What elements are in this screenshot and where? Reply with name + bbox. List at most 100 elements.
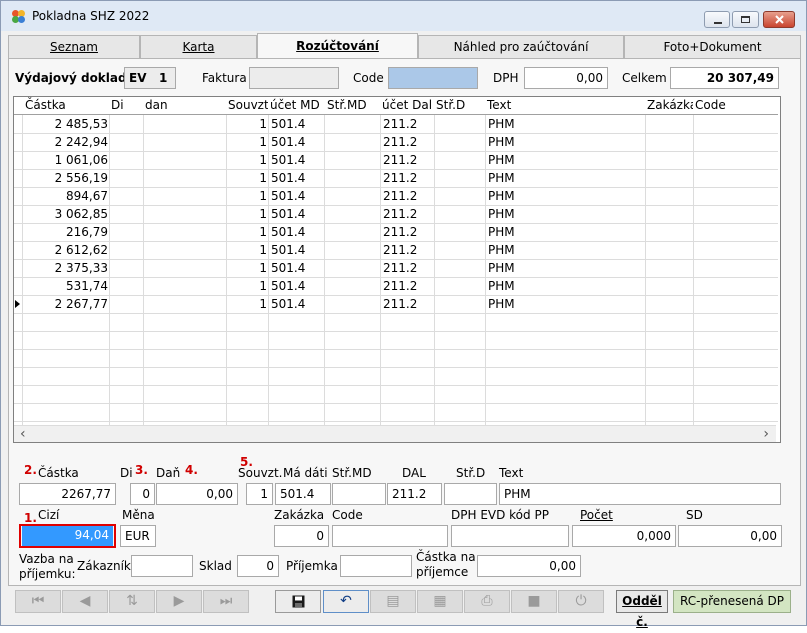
cell-strmd[interactable] xyxy=(326,277,381,295)
zakaznik-field[interactable] xyxy=(131,555,193,577)
minimize-button[interactable] xyxy=(704,11,730,28)
table-row[interactable]: 2 375,33 1 501.4 211.2 PHM xyxy=(14,259,778,278)
cell-di[interactable] xyxy=(110,259,142,277)
oddel-button[interactable]: Odděl č. xyxy=(616,590,668,629)
first-record-button[interactable]: ⏮ xyxy=(15,590,61,613)
next-record-button[interactable]: ▶ xyxy=(156,590,202,613)
cell-md[interactable]: 501.4 xyxy=(271,295,324,313)
cell-dan[interactable] xyxy=(144,295,224,313)
col-str-d[interactable]: Stř.D xyxy=(435,97,486,114)
table-row[interactable] xyxy=(14,403,778,422)
cell-text[interactable]: PHM xyxy=(488,115,644,133)
cell-zakazka[interactable] xyxy=(646,223,692,241)
horizontal-scrollbar[interactable]: ‹ › xyxy=(14,425,776,442)
sklad-field[interactable]: 0 xyxy=(237,555,279,577)
tab-foto-dokument[interactable]: Foto+Dokument xyxy=(624,35,801,58)
cell-souvzt[interactable]: 1 xyxy=(227,151,267,169)
detail-zakazka-field[interactable]: 0 xyxy=(274,525,329,547)
cell-text[interactable]: PHM xyxy=(488,187,644,205)
col-ucet-md[interactable]: účet MD xyxy=(269,97,325,114)
maximize-button[interactable] xyxy=(732,11,759,28)
cell-castka[interactable]: 2 612,62 xyxy=(24,241,108,259)
tab-seznam[interactable]: Seznam xyxy=(8,35,140,58)
cell-di[interactable] xyxy=(110,223,142,241)
detail-dan-field[interactable]: 0,00 xyxy=(156,483,238,505)
prev-record-button[interactable]: ◀ xyxy=(62,590,108,613)
cell-code[interactable] xyxy=(694,205,774,223)
table-row[interactable] xyxy=(14,349,778,368)
cell-code[interactable] xyxy=(694,277,774,295)
last-record-button[interactable]: ⏭ xyxy=(203,590,249,613)
detail-sd-field[interactable]: 0,00 xyxy=(678,525,782,547)
cell-strmd[interactable] xyxy=(326,259,381,277)
cell-zakazka[interactable] xyxy=(646,115,692,133)
col-text[interactable]: Text xyxy=(486,97,645,114)
cell-dan[interactable] xyxy=(144,223,224,241)
save-button[interactable] xyxy=(275,590,321,613)
cell-md[interactable]: 501.4 xyxy=(271,115,324,133)
cell-strmd[interactable] xyxy=(326,295,381,313)
booking-grid[interactable]: Částka Di dan Souvzt. účet MD Stř.MD úče… xyxy=(13,96,781,443)
detail-dal-field[interactable]: 211.2 xyxy=(387,483,442,505)
col-zakazka[interactable]: Zakázka xyxy=(646,97,693,114)
cell-zakazka[interactable] xyxy=(646,205,692,223)
cell-castka[interactable]: 1 061,06 xyxy=(24,151,108,169)
cell-souvzt[interactable]: 1 xyxy=(227,259,267,277)
sort-button[interactable]: ⇅ xyxy=(109,590,155,613)
scroll-right-icon[interactable]: › xyxy=(763,426,769,442)
cell-text[interactable]: PHM xyxy=(488,277,644,295)
copy-row-button[interactable]: ▦ xyxy=(417,590,463,613)
cell-castka[interactable]: 2 375,33 xyxy=(24,259,108,277)
cell-strd[interactable] xyxy=(435,151,485,169)
cell-md[interactable]: 501.4 xyxy=(271,187,324,205)
table-row[interactable]: 2 612,62 1 501.4 211.2 PHM xyxy=(14,241,778,260)
cell-md[interactable]: 501.4 xyxy=(271,151,324,169)
table-row[interactable] xyxy=(14,331,778,350)
cell-code[interactable] xyxy=(694,133,774,151)
cell-zakazka[interactable] xyxy=(646,259,692,277)
cell-dan[interactable] xyxy=(144,259,224,277)
table-row[interactable]: 216,79 1 501.4 211.2 PHM xyxy=(14,223,778,242)
cell-dan[interactable] xyxy=(144,187,224,205)
col-ucet-dal[interactable]: účet Dal xyxy=(381,97,434,114)
cell-dal[interactable]: 211.2 xyxy=(383,277,433,295)
tab-nahled[interactable]: Náhled pro zaúčtování xyxy=(418,35,624,58)
cell-souvzt[interactable]: 1 xyxy=(227,205,267,223)
cell-strmd[interactable] xyxy=(326,187,381,205)
cell-text[interactable]: PHM xyxy=(488,295,644,313)
cell-souvzt[interactable]: 1 xyxy=(227,133,267,151)
cell-dal[interactable]: 211.2 xyxy=(383,151,433,169)
cell-code[interactable] xyxy=(694,241,774,259)
cell-code[interactable] xyxy=(694,187,774,205)
cell-zakazka[interactable] xyxy=(646,187,692,205)
cell-strmd[interactable] xyxy=(326,115,381,133)
table-row[interactable]: 2 242,94 1 501.4 211.2 PHM xyxy=(14,133,778,152)
cell-code[interactable] xyxy=(694,259,774,277)
cell-md[interactable]: 501.4 xyxy=(271,241,324,259)
cell-dan[interactable] xyxy=(144,277,224,295)
cell-castka[interactable]: 3 062,85 xyxy=(24,205,108,223)
cell-text[interactable]: PHM xyxy=(488,151,644,169)
cell-castka[interactable]: 2 242,94 xyxy=(24,133,108,151)
cell-castka[interactable]: 894,67 xyxy=(24,187,108,205)
table-row[interactable]: 894,67 1 501.4 211.2 PHM xyxy=(14,187,778,206)
detail-strmd-field[interactable] xyxy=(332,483,386,505)
detail-strd-field[interactable] xyxy=(444,483,497,505)
castka-prij-field[interactable]: 0,00 xyxy=(477,555,581,577)
cell-strd[interactable] xyxy=(435,259,485,277)
detail-di-field[interactable]: 0 xyxy=(130,483,155,505)
col-dan[interactable]: dan xyxy=(144,97,225,114)
cell-md[interactable]: 501.4 xyxy=(271,223,324,241)
cell-strd[interactable] xyxy=(435,295,485,313)
table-row[interactable] xyxy=(14,385,778,404)
detail-text-field[interactable]: PHM xyxy=(499,483,781,505)
cell-strd[interactable] xyxy=(435,133,485,151)
cell-castka[interactable]: 216,79 xyxy=(24,223,108,241)
cell-souvzt[interactable]: 1 xyxy=(227,241,267,259)
table-row[interactable]: 2 267,77 1 501.4 211.2 PHM xyxy=(14,295,778,314)
cell-strmd[interactable] xyxy=(326,205,381,223)
cell-di[interactable] xyxy=(110,169,142,187)
cell-zakazka[interactable] xyxy=(646,151,692,169)
cell-md[interactable]: 501.4 xyxy=(271,169,324,187)
cell-zakazka[interactable] xyxy=(646,277,692,295)
